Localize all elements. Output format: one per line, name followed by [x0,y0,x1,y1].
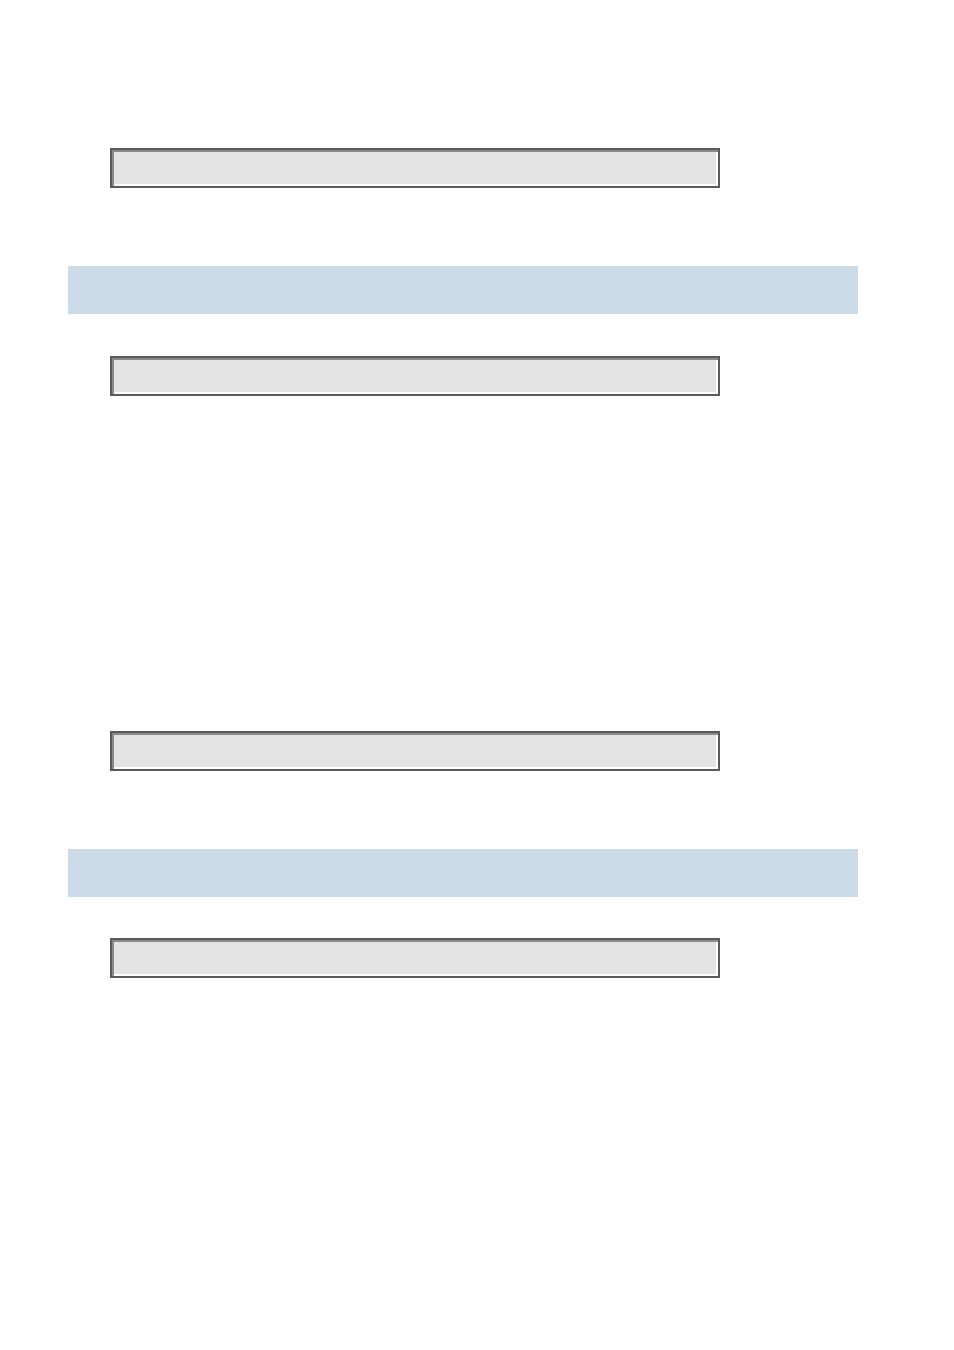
input-box-1[interactable] [110,148,720,188]
input-box-4[interactable] [110,938,720,978]
document-page [0,0,954,1350]
section-band-1 [68,266,858,314]
input-box-2[interactable] [110,356,720,396]
input-box-3[interactable] [110,731,720,771]
section-band-2 [68,849,858,897]
